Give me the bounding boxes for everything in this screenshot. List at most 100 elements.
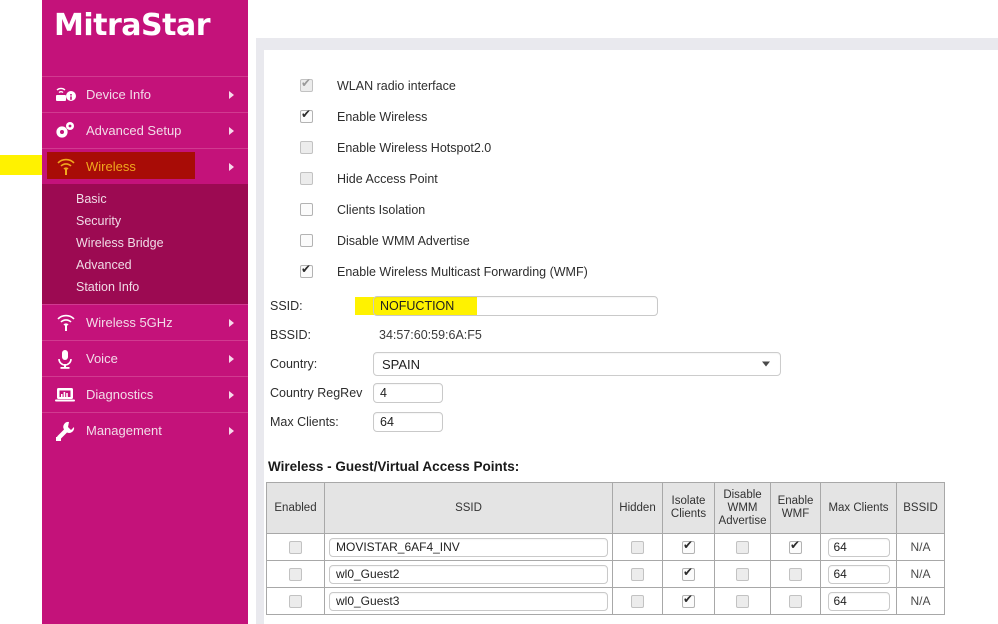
checkbox-enable-wmf-row2[interactable] (789, 567, 802, 581)
microphone-icon-glyph (58, 349, 72, 369)
guest-max-clients-input-row3[interactable]: 64 (827, 591, 890, 611)
ssid-field-wrap: NOFUCTION (355, 296, 658, 316)
submenu-item-security[interactable]: Security (42, 210, 248, 232)
device-info-icon-glyph (56, 87, 76, 101)
country-select[interactable]: SPAIN (373, 352, 781, 376)
country-regrev-row: Country RegRev 4 (266, 380, 998, 406)
checkbox-hidden-row1[interactable] (631, 540, 644, 554)
checkbox-hide-access-point (300, 172, 313, 185)
chevron-right-icon (229, 162, 234, 171)
checkbox-isolate-clients-row2[interactable] (682, 566, 695, 581)
sidebar-item-label: Diagnostics (86, 387, 154, 402)
sidebar-item-device-info[interactable]: Device Info (42, 76, 248, 112)
checkbox-enabled-row3[interactable] (289, 594, 302, 608)
diagnostics-icon-glyph (55, 387, 75, 401)
cell-disable-wmm-advertise (714, 587, 771, 615)
checkbox-clients-isolation[interactable] (300, 203, 313, 216)
cell-hidden (612, 560, 663, 588)
checkbox-enable-wmf-row1[interactable] (789, 539, 802, 554)
device-info-icon (52, 84, 78, 106)
sidebar-item-label: Management (86, 423, 162, 438)
wireless-options-list: WLAN radio interface Enable Wireless Enabl… (264, 50, 998, 287)
wifi-icon (52, 312, 78, 334)
bssid-value: 34:57:60:59:6A:F5 (379, 328, 482, 342)
checkbox-disable-wmm-advertise[interactable] (300, 234, 313, 247)
checkbox-hidden-row2[interactable] (631, 567, 644, 581)
cell-ssid: MOVISTAR_6AF4_INV (324, 533, 613, 561)
submenu-item-wireless-bridge[interactable]: Wireless Bridge (42, 232, 248, 254)
checkbox-enable-wmf-row3[interactable] (789, 594, 802, 608)
checkbox-enabled-row1[interactable] (289, 540, 302, 554)
checkbox-isolate-clients-row3[interactable] (682, 593, 695, 608)
guest-ssid-input-row2[interactable]: wl0_Guest2 (329, 564, 608, 584)
cell-isolate-clients (662, 560, 715, 588)
guest-ssid-input-row3[interactable]: wl0_Guest3 (329, 591, 608, 611)
guest-max-clients-input-row2[interactable]: 64 (827, 564, 890, 584)
option-row-wlan-radio-interface: WLAN radio interface (300, 70, 998, 101)
max-clients-row: Max Clients: 64 (266, 409, 998, 435)
diagnostics-icon (52, 384, 78, 406)
option-row-enable-wireless: Enable Wireless (300, 101, 998, 132)
wrench-icon (52, 420, 78, 442)
checkbox-label: Enable Wireless Hotspot2.0 (337, 140, 492, 155)
chevron-right-icon (229, 90, 234, 99)
ssid-input[interactable]: NOFUCTION (373, 296, 658, 316)
column-header-ssid: SSID (324, 482, 613, 534)
sidebar-item-wireless-5ghz[interactable]: Wireless 5GHz (42, 304, 248, 340)
checkbox-enabled-row2[interactable] (289, 567, 302, 581)
option-row-hide-access-point: Hide Access Point (300, 163, 998, 194)
checkbox-enable-wireless-multicast-forwarding-wmf[interactable] (300, 263, 313, 278)
column-header-disable-wmm-advertise: Disable WMM Advertise (714, 482, 771, 534)
bssid-row: BSSID: 34:57:60:59:6A:F5 (266, 322, 998, 348)
chevron-right-icon (229, 390, 234, 399)
wrench-icon-glyph (56, 421, 75, 441)
microphone-icon (52, 348, 78, 370)
country-regrev-input[interactable]: 4 (373, 383, 443, 403)
checkbox-label: Clients Isolation (337, 202, 426, 217)
option-row-enable-wireless-hotspot2-0: Enable Wireless Hotspot2.0 (300, 132, 998, 163)
brand-logo-text: MitraStar (54, 8, 211, 43)
checkbox-hidden-row3[interactable] (631, 594, 644, 608)
table-body: MOVISTAR_6AF4_INV64N/Awl0_Guest264N/Awl0… (266, 533, 945, 615)
gears-icon-glyph (56, 121, 74, 138)
submenu-item-station-info[interactable]: Station Info (42, 276, 248, 298)
gears-icon (52, 120, 78, 142)
table-row: wl0_Guest3 64 N/A (266, 587, 945, 615)
sidebar-item-advanced-setup[interactable]: Advanced Setup (42, 112, 248, 148)
sidebar-item-wireless[interactable]: Wireless (42, 148, 248, 184)
submenu-item-basic[interactable]: Basic (42, 188, 248, 210)
guest-access-points-section: Wireless - Guest/Virtual Access Points: … (264, 459, 998, 615)
cell-isolate-clients (662, 533, 715, 561)
cell-isolate-clients (662, 587, 715, 615)
guest-max-clients-input-row1[interactable]: 64 (827, 537, 890, 557)
sidebar-item-management[interactable]: Management (42, 412, 248, 448)
column-header-enabled: Enabled (266, 482, 325, 534)
guest-access-points-table: Enabled SSID Hidden Isolate Clients Disable … (266, 482, 945, 615)
cell-ssid: wl0_Guest2 (324, 560, 613, 588)
guest-ssid-input-row1[interactable]: MOVISTAR_6AF4_INV (329, 537, 608, 557)
max-clients-input[interactable]: 64 (373, 412, 443, 432)
bssid-label: BSSID: (270, 328, 311, 342)
country-regrev-label: Country RegRev (270, 386, 363, 400)
checkbox-disable-wmm-advertise-row1[interactable] (736, 540, 749, 554)
checkbox-disable-wmm-advertise-row2[interactable] (736, 567, 749, 581)
checkbox-disable-wmm-advertise-row3[interactable] (736, 594, 749, 608)
checkbox-isolate-clients-row1[interactable] (682, 539, 695, 554)
cell-bssid: N/A (896, 587, 945, 615)
chevron-right-icon (229, 318, 234, 327)
checkbox-label: Hide Access Point (337, 171, 438, 186)
wifi-icon-glyph (57, 314, 75, 331)
submenu-item-advanced[interactable]: Advanced (42, 254, 248, 276)
sidebar-item-label: Advanced Setup (86, 123, 182, 138)
checkbox-label: Enable Wireless (337, 109, 428, 124)
sidebar-item-voice[interactable]: Voice (42, 340, 248, 376)
chevron-down-icon (762, 361, 770, 367)
cell-max-clients: 64 (820, 587, 897, 615)
checkbox-enable-wireless[interactable] (300, 108, 313, 123)
sidebar-item-diagnostics[interactable]: Diagnostics (42, 376, 248, 412)
cell-max-clients: 64 (820, 560, 897, 588)
cell-disable-wmm-advertise (714, 533, 771, 561)
sidebar-item-label: Wireless (86, 159, 136, 174)
ssid-row: SSID: NOFUCTION (266, 293, 998, 319)
column-header-enable-wmf: Enable WMF (770, 482, 821, 534)
